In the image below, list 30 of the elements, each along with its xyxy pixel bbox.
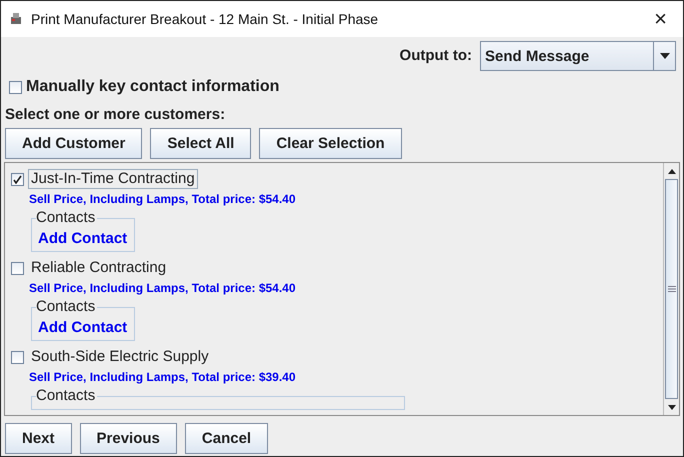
price-text: Sell Price, Including Lamps, Total price: $54.40 <box>29 192 297 206</box>
price-text: Sell Price, Including Lamps, Total price: $54.40 <box>29 281 297 295</box>
checkbox[interactable] <box>11 262 24 274</box>
scroll-thumb[interactable] <box>665 179 678 399</box>
output-label: Output to: <box>400 46 472 66</box>
app-icon <box>9 12 23 26</box>
add-contact-link[interactable]: Add Contact <box>38 319 128 337</box>
scroll-down-icon[interactable] <box>668 404 676 410</box>
section-label: Select one or more customers: <box>5 106 226 123</box>
dialog-button[interactable]: Previous <box>80 423 177 454</box>
add-contact-link[interactable]: Add Contact <box>38 230 128 248</box>
toolbar-button[interactable]: Add Customer <box>5 128 142 159</box>
checkbox[interactable] <box>9 80 22 94</box>
customer-name[interactable]: Just-In-Time Contracting <box>28 169 198 189</box>
customer-name[interactable]: Reliable Contracting <box>28 258 170 278</box>
scrollbar[interactable] <box>663 163 679 415</box>
caret-icon <box>660 53 670 59</box>
checkbox-label: Manually key contact information <box>26 77 280 97</box>
toolbar-button[interactable]: Select All <box>150 128 252 159</box>
checkbox[interactable] <box>11 350 24 364</box>
price-text: Sell Price, Including Lamps, Total price: $39.40 <box>29 370 297 384</box>
scroll-up-icon[interactable] <box>668 168 676 174</box>
customer-name[interactable]: South-Side Electric Supply <box>28 347 212 367</box>
toolbar-button[interactable]: Clear Selection <box>259 128 402 159</box>
dialog-button[interactable]: Next <box>5 423 72 454</box>
window-title: Print Manufacturer Breakout - 12 Main St. - Initial Phase <box>31 10 380 28</box>
dialog-button[interactable]: Cancel <box>184 423 268 454</box>
close-button[interactable]: × <box>646 8 675 30</box>
checkbox[interactable] <box>11 172 24 186</box>
output-dropdown[interactable]: Send Message <box>480 41 676 71</box>
